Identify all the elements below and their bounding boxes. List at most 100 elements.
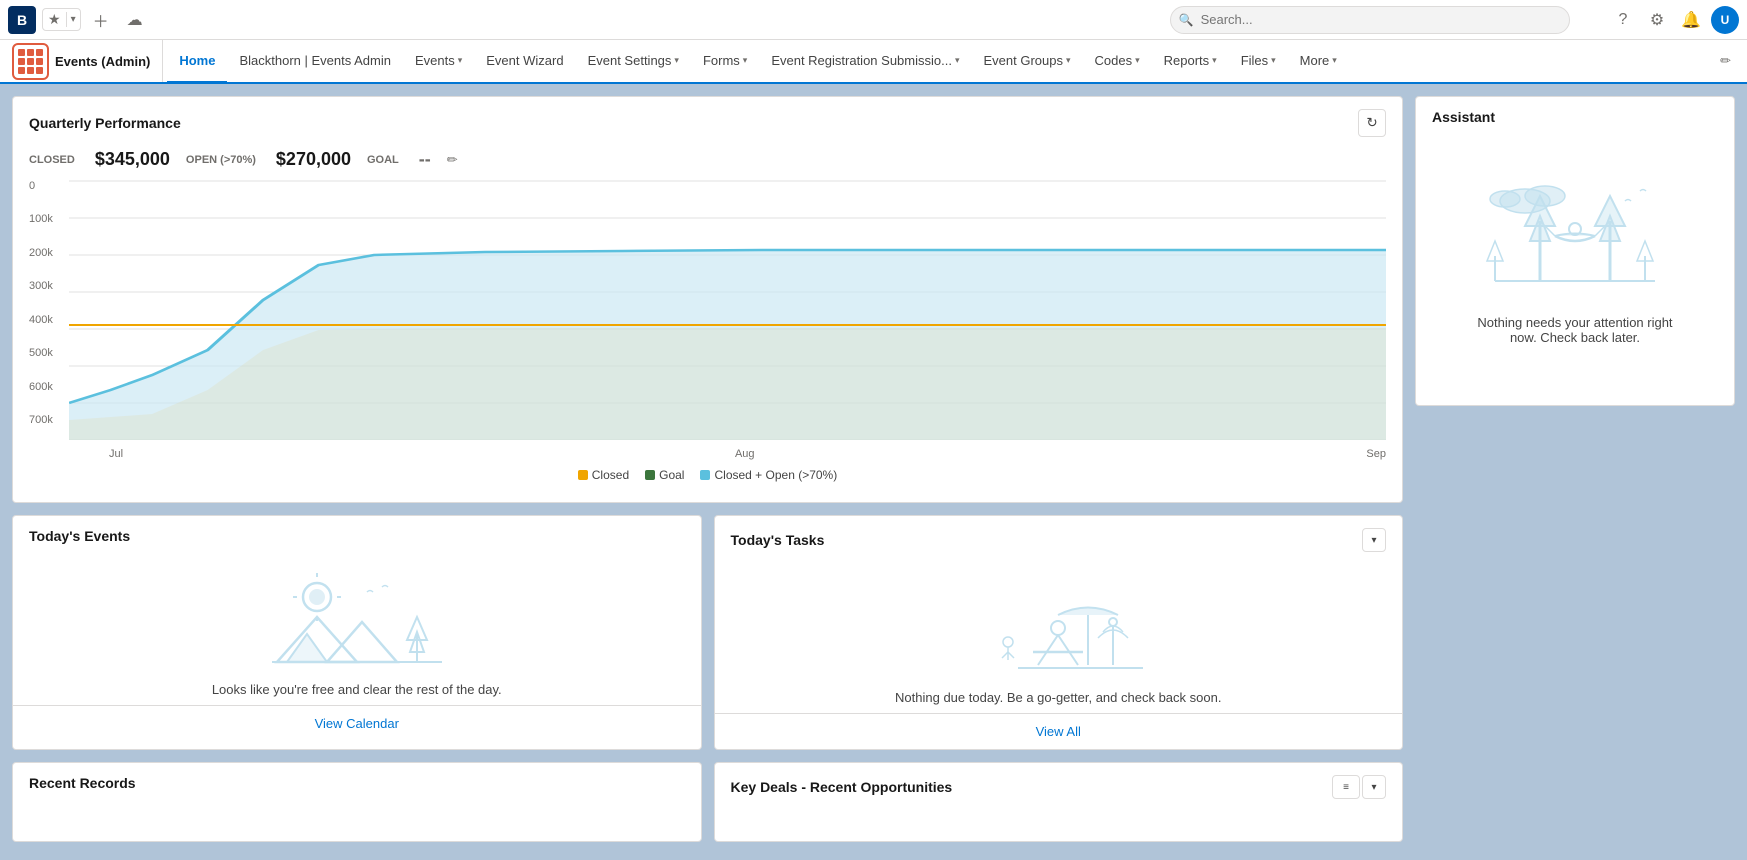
refresh-button[interactable]: ↻ bbox=[1358, 109, 1386, 137]
event-groups-chevron-icon: ▾ bbox=[1066, 55, 1071, 66]
nav-home[interactable]: Home bbox=[167, 40, 227, 84]
nav-more[interactable]: More ▾ bbox=[1288, 40, 1349, 84]
todays-events-title: Today's Events bbox=[29, 528, 130, 544]
view-calendar-link[interactable]: View Calendar bbox=[13, 705, 701, 741]
assistant-illustration bbox=[1465, 171, 1685, 301]
recent-records-card: Recent Records bbox=[12, 762, 702, 842]
open-value: $270,000 bbox=[276, 149, 351, 170]
legend-closed: Closed bbox=[578, 468, 629, 482]
goal-value: -- bbox=[419, 149, 431, 170]
codes-chevron-icon: ▾ bbox=[1135, 55, 1140, 66]
favorites-dropdown[interactable]: ★ ▾ bbox=[42, 8, 81, 31]
app-title-section: Events (Admin) bbox=[8, 40, 163, 82]
cloud-icon[interactable]: ☁ bbox=[121, 6, 149, 34]
assistant-empty-state: Nothing needs your attention right now. … bbox=[1416, 133, 1734, 383]
todays-events-empty-text: Looks like you're free and clear the res… bbox=[212, 682, 502, 697]
nav-event-settings[interactable]: Event Settings ▾ bbox=[576, 40, 691, 84]
nav-blackthorn-events[interactable]: Blackthorn | Events Admin bbox=[227, 40, 403, 84]
top-bar: B ★ ▾ ＋ ☁ 🔍 ? ⚙ 🔔 U bbox=[0, 0, 1747, 40]
legend-closed-dot bbox=[578, 470, 588, 480]
nav-forms[interactable]: Forms ▾ bbox=[691, 40, 759, 84]
tasks-dropdown-button[interactable]: ▾ bbox=[1362, 528, 1386, 552]
events-illustration bbox=[267, 572, 447, 672]
legend-closed-open-dot bbox=[700, 470, 710, 480]
main-content: Quarterly Performance ↻ CLOSED $345,000 … bbox=[0, 84, 1747, 860]
search-bar: 🔍 bbox=[1170, 6, 1570, 34]
view-all-tasks-link[interactable]: View All bbox=[715, 713, 1403, 749]
todays-tasks-empty: Nothing due today. Be a go-getter, and c… bbox=[715, 560, 1403, 713]
events-chevron-icon: ▾ bbox=[458, 55, 463, 66]
nav-events[interactable]: Events ▾ bbox=[403, 40, 474, 84]
top-bar-right: ? ⚙ 🔔 U bbox=[1609, 6, 1739, 34]
left-column: Quarterly Performance ↻ CLOSED $345,000 … bbox=[12, 96, 1403, 848]
right-column: Assistant bbox=[1415, 96, 1735, 848]
assistant-header: Assistant bbox=[1416, 97, 1734, 133]
favorites-star-icon: ★ bbox=[43, 9, 66, 30]
event-reg-chevron-icon: ▾ bbox=[955, 55, 960, 66]
y-axis-labels: 700k 600k 500k 400k 300k 200k 100k 0 bbox=[29, 180, 53, 430]
closed-value: $345,000 bbox=[95, 149, 170, 170]
x-axis-labels: Jul Aug Sep bbox=[69, 444, 1386, 460]
tasks-illustration bbox=[968, 580, 1148, 680]
settings-icon[interactable]: ⚙ bbox=[1643, 6, 1671, 34]
nav-event-wizard[interactable]: Event Wizard bbox=[474, 40, 575, 84]
nav-event-registration[interactable]: Event Registration Submissio... ▾ bbox=[759, 40, 971, 84]
performance-chart bbox=[69, 180, 1386, 440]
legend-closed-open: Closed + Open (>70%) bbox=[700, 468, 837, 482]
app-switcher-icon[interactable] bbox=[12, 43, 49, 80]
todays-events-header: Today's Events bbox=[13, 516, 701, 552]
nav-files[interactable]: Files ▾ bbox=[1229, 40, 1288, 84]
reports-chevron-icon: ▾ bbox=[1212, 55, 1217, 66]
search-input[interactable] bbox=[1170, 6, 1570, 34]
favorites-chevron-icon: ▾ bbox=[66, 12, 80, 27]
quarterly-title: Quarterly Performance bbox=[29, 115, 181, 131]
chart-legend: Closed Goal Closed + Open (>70%) bbox=[29, 460, 1386, 494]
nav-bar: Events (Admin) Home Blackthorn | Events … bbox=[0, 40, 1747, 84]
todays-events-empty: Looks like you're free and clear the res… bbox=[13, 552, 701, 705]
chart-container: 700k 600k 500k 400k 300k 200k 100k 0 bbox=[29, 180, 1386, 460]
todays-tasks-title: Today's Tasks bbox=[731, 532, 825, 548]
goal-label: GOAL bbox=[367, 154, 399, 166]
todays-tasks-header: Today's Tasks ▾ bbox=[715, 516, 1403, 560]
open-label: OPEN (>70%) bbox=[186, 154, 256, 166]
assistant-empty-text: Nothing needs your attention right now. … bbox=[1475, 315, 1675, 345]
legend-goal-dot bbox=[645, 470, 655, 480]
recent-records-title: Recent Records bbox=[29, 775, 136, 791]
todays-tasks-empty-text: Nothing due today. Be a go-getter, and c… bbox=[895, 690, 1221, 705]
quarterly-header: Quarterly Performance ↻ bbox=[13, 97, 1402, 145]
key-deals-dropdown-button[interactable]: ▾ bbox=[1362, 775, 1386, 799]
todays-events-card: Today's Events bbox=[12, 515, 702, 750]
nav-event-groups[interactable]: Event Groups ▾ bbox=[971, 40, 1082, 84]
recent-records-header: Recent Records bbox=[13, 763, 701, 799]
assistant-card: Assistant bbox=[1415, 96, 1735, 406]
todays-tasks-card: Today's Tasks ▾ bbox=[714, 515, 1404, 750]
closed-label: CLOSED bbox=[29, 154, 75, 166]
key-deals-title: Key Deals - Recent Opportunities bbox=[731, 779, 953, 795]
event-settings-chevron-icon: ▾ bbox=[674, 55, 679, 66]
app-logo: B bbox=[8, 6, 36, 34]
records-deals-row: Recent Records Key Deals - Recent Opport… bbox=[12, 762, 1403, 842]
search-icon: 🔍 bbox=[1179, 13, 1194, 27]
add-icon[interactable]: ＋ bbox=[87, 6, 115, 34]
forms-chevron-icon: ▾ bbox=[743, 55, 748, 66]
nav-codes[interactable]: Codes ▾ bbox=[1083, 40, 1152, 84]
notifications-icon[interactable]: 🔔 bbox=[1677, 6, 1705, 34]
avatar[interactable]: U bbox=[1711, 6, 1739, 34]
app-title: Events (Admin) bbox=[55, 54, 150, 69]
quarterly-stats: CLOSED $345,000 OPEN (>70%) $270,000 GOA… bbox=[13, 145, 1402, 180]
events-tasks-row: Today's Events bbox=[12, 515, 1403, 750]
nav-reports[interactable]: Reports ▾ bbox=[1152, 40, 1229, 84]
chart-area: 700k 600k 500k 400k 300k 200k 100k 0 bbox=[13, 180, 1402, 502]
key-deals-header: Key Deals - Recent Opportunities ≡ ▾ bbox=[715, 763, 1403, 807]
quarterly-performance-card: Quarterly Performance ↻ CLOSED $345,000 … bbox=[12, 96, 1403, 503]
key-deals-buttons: ≡ ▾ bbox=[1332, 775, 1386, 799]
nav-edit-icon[interactable]: ✏ bbox=[1712, 40, 1739, 82]
help-icon[interactable]: ? bbox=[1609, 6, 1637, 34]
key-deals-filter-button[interactable]: ≡ bbox=[1332, 775, 1360, 799]
legend-goal: Goal bbox=[645, 468, 684, 482]
assistant-title: Assistant bbox=[1432, 109, 1495, 125]
nav-items: Home Blackthorn | Events Admin Events ▾ … bbox=[167, 40, 1712, 82]
files-chevron-icon: ▾ bbox=[1271, 55, 1276, 66]
goal-edit-icon[interactable]: ✏ bbox=[447, 152, 458, 168]
more-chevron-icon: ▾ bbox=[1332, 55, 1337, 66]
